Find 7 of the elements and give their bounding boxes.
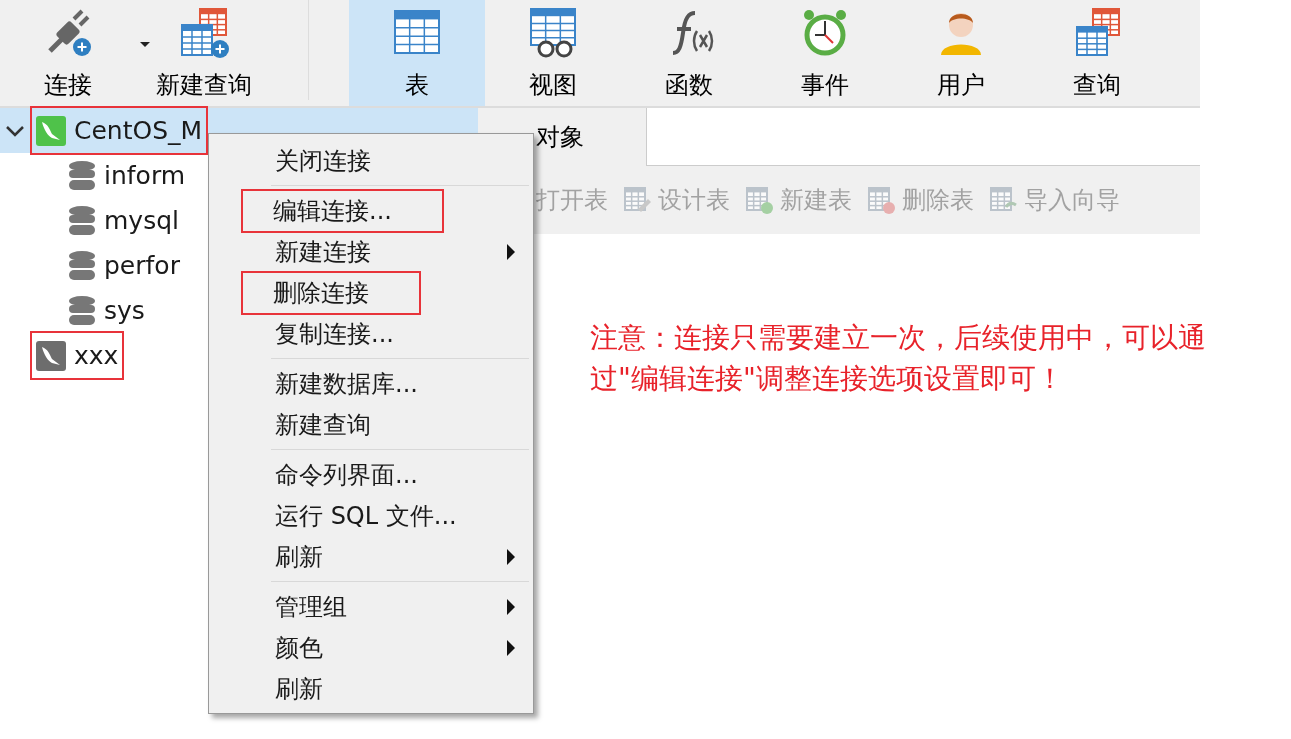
tree-label: CentOS_M	[74, 114, 203, 147]
tree-label: inform	[104, 159, 186, 192]
tree-label: mysql	[104, 204, 179, 237]
tree-label: xxx	[74, 339, 119, 372]
tree-label: perfor	[104, 249, 180, 282]
tree-label: sys	[104, 294, 145, 327]
annotation-note: 注意：连接只需要建立一次，后续使用中，可以通过"编辑连接"调整连接选项设置即可！	[590, 320, 1207, 397]
